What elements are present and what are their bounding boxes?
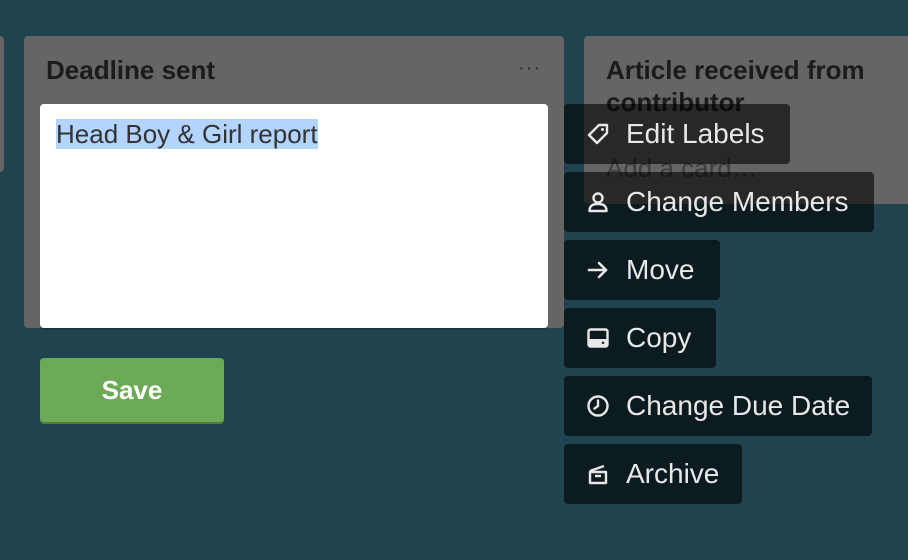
list-title[interactable]: Deadline sent (46, 54, 215, 86)
archive-label: Archive (626, 458, 720, 489)
selected-text: Head Boy & Girl report (56, 119, 318, 149)
change-members-button[interactable]: Change Members (564, 172, 874, 232)
move-button[interactable]: Move (564, 240, 720, 300)
archive-icon (586, 462, 610, 486)
copy-label: Copy (626, 322, 692, 353)
arrow-right-icon (586, 258, 610, 282)
save-button[interactable]: Save (40, 358, 224, 422)
card-title-editor[interactable]: Head Boy & Girl report (40, 104, 548, 328)
archive-button[interactable]: Archive (564, 444, 742, 504)
clock-icon (586, 394, 610, 418)
list-menu-icon[interactable]: ··· (518, 58, 541, 78)
change-due-date-button[interactable]: Change Due Date (564, 376, 872, 436)
edit-labels-button[interactable]: Edit Labels (564, 104, 790, 164)
card-icon (586, 326, 610, 350)
copy-button[interactable]: Copy (564, 308, 716, 368)
change-due-date-label: Change Due Date (626, 390, 851, 421)
card-title-text[interactable]: Head Boy & Girl report (56, 118, 318, 150)
change-members-label: Change Members (626, 186, 849, 217)
person-icon (586, 190, 610, 214)
list-previous-edge (0, 36, 4, 172)
edit-labels-label: Edit Labels (626, 118, 765, 149)
tag-icon (586, 122, 610, 146)
move-label: Move (626, 254, 695, 285)
